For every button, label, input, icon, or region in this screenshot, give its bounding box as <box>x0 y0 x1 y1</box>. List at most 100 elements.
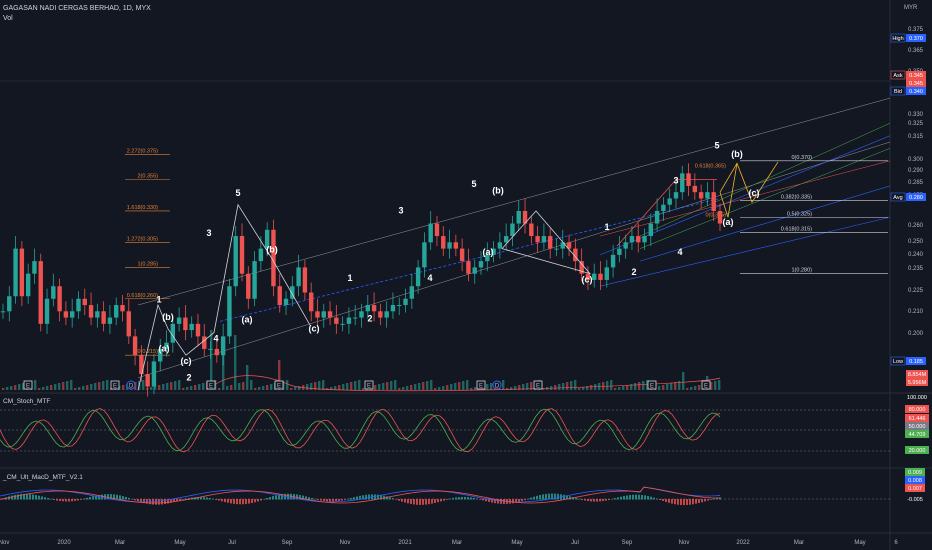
candle-body[interactable] <box>642 236 647 243</box>
macd-indicator-title[interactable]: _CM_Ult_MacD_MTF_V2.1 <box>2 474 83 481</box>
volume-bar[interactable] <box>462 381 465 390</box>
volume-bar[interactable] <box>186 387 189 390</box>
candle-body[interactable] <box>592 273 597 280</box>
macd-histogram-bar[interactable] <box>122 496 124 500</box>
wave-label[interactable]: 3 <box>206 228 211 238</box>
volume-bar[interactable] <box>442 386 445 390</box>
macd-histogram-bar[interactable] <box>659 499 661 501</box>
time-tick[interactable]: May <box>174 540 185 546</box>
candle-body[interactable] <box>296 267 301 287</box>
macd-histogram-bar[interactable] <box>530 497 532 500</box>
volume-bar[interactable] <box>434 388 437 390</box>
macd-histogram-bar[interactable] <box>446 499 448 500</box>
macd-histogram-bar[interactable] <box>119 495 121 500</box>
macd-histogram-bar[interactable] <box>698 499 700 504</box>
macd-histogram-bar[interactable] <box>653 497 655 500</box>
macd-histogram-bar[interactable] <box>704 499 706 502</box>
candle-body[interactable] <box>453 242 459 249</box>
wave-label[interactable]: 5 <box>714 140 719 150</box>
macd-histogram-bar[interactable] <box>224 499 226 503</box>
macd-histogram-bar[interactable] <box>536 495 538 500</box>
candle-body[interactable] <box>195 323 201 337</box>
volume-bar[interactable] <box>690 387 693 390</box>
volume-bar[interactable] <box>174 381 177 390</box>
candle-body[interactable] <box>459 248 465 262</box>
wave-label[interactable]: (c) <box>749 188 760 198</box>
volume-bar[interactable] <box>54 384 57 390</box>
macd-histogram-bar[interactable] <box>323 499 325 502</box>
macd-histogram-bar[interactable] <box>614 498 616 500</box>
macd-histogram-bar[interactable] <box>206 497 208 500</box>
macd-histogram-bar[interactable] <box>617 497 619 500</box>
candle-body[interactable] <box>661 204 666 211</box>
volume-bar[interactable] <box>382 383 385 390</box>
macd-histogram-bar[interactable] <box>233 499 235 504</box>
volume-bar[interactable] <box>42 387 45 390</box>
macd-histogram-bar[interactable] <box>80 499 82 500</box>
candle-body[interactable] <box>516 210 521 224</box>
macd-histogram-bar[interactable] <box>599 499 601 502</box>
macd-histogram-bar[interactable] <box>17 494 19 500</box>
macd-histogram-bar[interactable] <box>269 497 271 500</box>
macd-histogram-bar[interactable] <box>575 497 577 500</box>
volume-bar[interactable] <box>294 387 297 390</box>
wave-label[interactable]: (c) <box>181 356 192 366</box>
time-tick[interactable]: Mar <box>794 540 804 546</box>
volume-bar[interactable] <box>698 385 701 390</box>
macd-histogram-bar[interactable] <box>221 499 223 502</box>
volume-bar[interactable] <box>162 384 165 390</box>
macd-histogram-bar[interactable] <box>590 499 592 502</box>
volume-bar[interactable] <box>306 384 309 390</box>
candle-body[interactable] <box>554 248 559 250</box>
volume-bar[interactable] <box>222 350 225 390</box>
candle-body[interactable] <box>183 317 188 331</box>
volume-bar[interactable] <box>378 384 381 390</box>
macd-histogram-bar[interactable] <box>245 499 247 505</box>
macd-histogram-bar[interactable] <box>605 499 607 501</box>
macd-histogram-bar[interactable] <box>602 499 604 502</box>
macd-histogram-bar[interactable] <box>254 499 256 503</box>
macd-histogram-bar[interactable] <box>311 497 313 500</box>
macd-histogram-bar[interactable] <box>482 499 484 501</box>
macd-histogram-bar[interactable] <box>470 497 472 500</box>
volume-bar[interactable] <box>98 382 101 390</box>
volume-bar[interactable] <box>642 381 645 390</box>
candle-body[interactable] <box>503 236 509 243</box>
macd-histogram-bar[interactable] <box>458 497 460 500</box>
volume-bar[interactable] <box>574 380 577 390</box>
volume-bar[interactable] <box>566 382 569 390</box>
macd-histogram-bar[interactable] <box>701 499 703 503</box>
volume-bar[interactable] <box>454 383 457 390</box>
macd-histogram-bar[interactable] <box>476 498 478 500</box>
candle-body[interactable] <box>214 348 220 356</box>
macd-histogram-bar[interactable] <box>317 499 319 500</box>
macd-histogram-bar[interactable] <box>644 495 646 500</box>
macd-histogram-bar[interactable] <box>74 499 76 501</box>
macd-histogram-bar[interactable] <box>398 499 400 501</box>
volume-bar[interactable] <box>242 382 245 390</box>
candle-body[interactable] <box>327 311 333 318</box>
volume-bar[interactable] <box>658 386 661 390</box>
candle-body[interactable] <box>673 192 679 199</box>
macd-histogram-bar[interactable] <box>65 499 67 502</box>
macd-histogram-bar[interactable] <box>155 499 157 505</box>
time-axis[interactable]: Nov 2020 Mar May Jul Sep Nov 2021 Mar May Jul Sep No… <box>0 540 898 546</box>
volume-bar[interactable] <box>570 381 573 390</box>
macd-histogram-bar[interactable] <box>473 497 475 500</box>
wave-label[interactable]: (a) <box>483 247 494 257</box>
macd-histogram-bar[interactable] <box>344 499 346 500</box>
volume-bar[interactable] <box>342 384 345 390</box>
macd-histogram-bar[interactable] <box>242 499 244 505</box>
volume-bar[interactable] <box>474 387 477 390</box>
macd-histogram-bar[interactable] <box>401 499 403 502</box>
candle-body[interactable] <box>428 223 433 243</box>
macd-histogram-bar[interactable] <box>338 499 340 501</box>
candle-body[interactable] <box>623 242 628 249</box>
volume-bar[interactable] <box>446 385 449 390</box>
candle-body[interactable] <box>189 323 194 331</box>
volume-bar[interactable] <box>90 384 93 390</box>
macd-histogram-bar[interactable] <box>86 497 88 500</box>
macd-histogram-bar[interactable] <box>638 494 640 500</box>
macd-histogram-bar[interactable] <box>713 498 715 500</box>
macd-histogram-bar[interactable] <box>47 498 49 500</box>
